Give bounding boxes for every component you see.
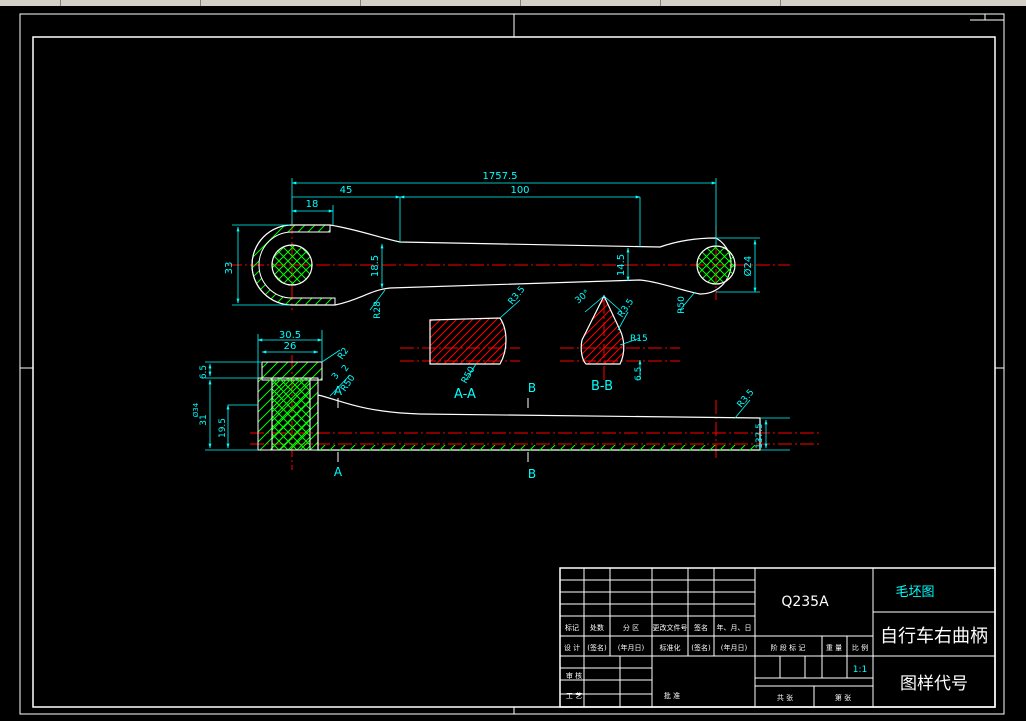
tb-approve: 批 准 xyxy=(664,691,680,700)
front-arm-outline xyxy=(317,394,761,451)
pedal-boss-top xyxy=(261,361,323,381)
cad-drawing-canvas[interactable]: 1757.5 45 18 100 33 18.5 14.5 Ø24 R28 R5… xyxy=(0,6,1026,721)
dim-45: 45 xyxy=(340,185,353,196)
svg-text:年、月、日: 年、月、日 xyxy=(717,623,752,632)
dim-bb-r15: R15 xyxy=(630,334,648,344)
svg-text:签名: 签名 xyxy=(694,623,708,632)
dim-r28: R28 xyxy=(373,301,383,319)
dim-33: 33 xyxy=(224,262,235,275)
svg-text:更改文件号: 更改文件号 xyxy=(653,623,688,632)
svg-text:分 区: 分 区 xyxy=(623,623,639,632)
svg-text:设 计: 设 计 xyxy=(564,643,580,652)
pedal-boss-core xyxy=(271,377,311,451)
dim-r50: R50 xyxy=(677,296,687,314)
dim-h-137-5: 137.5 xyxy=(755,423,765,449)
crank-top-view[interactable]: 1757.5 45 18 100 33 18.5 14.5 Ø24 R28 R5… xyxy=(224,171,790,380)
dim-6-5: 6.5 xyxy=(634,367,644,381)
title-block[interactable]: Q235A 毛坯图 自行车右曲柄 图样代号 1:1 标记 处数 分 区 更改文件… xyxy=(559,567,996,708)
label-section-aa: A-A xyxy=(454,387,476,402)
dim-angle-30: 30° xyxy=(574,288,593,306)
label-section-bb: B-B xyxy=(591,379,613,394)
dim-30-5: 30.5 xyxy=(279,330,301,341)
svg-text:(年月日): (年月日) xyxy=(618,643,645,652)
dim-overall-length: 1757.5 xyxy=(483,171,518,182)
svg-text:阶 段 标 记: 阶 段 标 记 xyxy=(771,643,806,652)
tb-change-row: 标记 处数 分 区 更改文件号 签名 年、月、日 xyxy=(565,623,752,632)
spindle-hole-right xyxy=(696,245,736,285)
svg-text:比 例: 比 例 xyxy=(852,643,868,652)
svg-text:标准化: 标准化 xyxy=(660,643,681,652)
tb-review: 审 核 xyxy=(566,671,582,680)
pedal-hole-left xyxy=(271,244,313,286)
dim-r3-5-front: R3.5 xyxy=(736,388,757,410)
svg-text:(签名): (签名) xyxy=(587,643,607,652)
tb-design-row: 设 计 (签名) (年月日) 标准化 (签名) (年月日) xyxy=(564,643,748,652)
dim-18-5: 18.5 xyxy=(370,255,381,277)
dim-26: 26 xyxy=(284,341,297,352)
tb-scale: 1:1 xyxy=(853,665,867,675)
section-aa-shape xyxy=(429,317,507,365)
front-arm-band xyxy=(318,445,760,451)
dim-3: 3 xyxy=(330,371,341,381)
dim-dia-34: Ø34 xyxy=(192,402,200,417)
dim-18: 18 xyxy=(306,199,319,210)
tb-stage-row: 阶 段 标 记 重 量 比 例 xyxy=(771,643,868,652)
dim-h-31: 31 xyxy=(199,414,209,425)
svg-text:(签名): (签名) xyxy=(691,643,711,652)
label-b-top: B xyxy=(528,381,536,395)
crank-front-view[interactable]: 30.5 26 6.5 31 Ø34 19.5 137.5 R3.5 R2 3 … xyxy=(192,330,820,481)
section-bb-shape xyxy=(580,294,625,365)
svg-text:(年月日): (年月日) xyxy=(721,643,748,652)
tb-blank-drawing: 毛坯图 xyxy=(895,585,934,600)
drawing-frame xyxy=(19,13,1005,715)
svg-text:重 量: 重 量 xyxy=(826,644,842,652)
label-a-top: A xyxy=(334,384,343,398)
label-b-bottom: B xyxy=(528,467,536,481)
dim-aa-r50: R50 xyxy=(460,365,478,386)
svg-text:标记: 标记 xyxy=(565,623,579,632)
section-views[interactable]: R3.5 R50 R3.5 R15 30° 6.5 A-A B-B xyxy=(429,285,648,402)
dim-aa-r3-5: R3.5 xyxy=(507,285,528,307)
dim-bb-r3-5: R3.5 xyxy=(616,297,636,320)
tb-drawing-code: 图样代号 xyxy=(900,674,968,694)
dim-2: 2 xyxy=(340,363,351,373)
tb-material: Q235A xyxy=(781,594,829,610)
dim-100: 100 xyxy=(510,185,529,196)
cutting-plane-lines xyxy=(337,398,529,462)
tb-process: 工 艺 xyxy=(566,692,582,700)
svg-text:第 张: 第 张 xyxy=(835,693,851,702)
dim-r2: R2 xyxy=(336,346,351,362)
dim-14-5: 14.5 xyxy=(616,254,627,276)
centerlines-front xyxy=(250,355,820,470)
dim-h-6-5: 6.5 xyxy=(199,365,209,379)
label-a-bottom: A xyxy=(334,465,343,479)
dim-dia-24: Ø24 xyxy=(742,256,754,277)
tb-part-name: 自行车右曲柄 xyxy=(880,626,988,647)
svg-text:共 张: 共 张 xyxy=(777,693,793,702)
svg-text:处数: 处数 xyxy=(590,623,604,632)
dim-h-19-5: 19.5 xyxy=(218,418,228,438)
